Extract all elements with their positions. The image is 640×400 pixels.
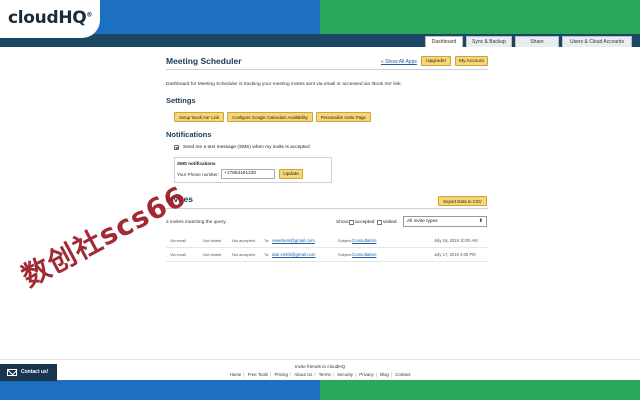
row-date: July 17, 2019 4:05 PM [434, 252, 476, 257]
title-row: Meeting Scheduler « Show All Apps Upgrad… [166, 54, 488, 70]
row-divider [166, 247, 488, 248]
row-subject-label: Subject: [338, 252, 353, 257]
sms-notifications-box: SMS notifications Your Phone number: +17… [174, 157, 332, 183]
accepted-label: accepted [355, 220, 375, 225]
footer-blue-band [0, 380, 320, 400]
setup-book-me-link-button[interactable]: Setup 'Book me' Link [174, 112, 225, 122]
footer-link-contact[interactable]: Contact [393, 372, 412, 377]
row-visited: Not visited [203, 238, 222, 243]
export-csv-button[interactable]: Export Data to CSV [438, 196, 487, 206]
settings-heading: Settings [166, 96, 196, 105]
row-to-label: To: [264, 238, 270, 243]
my-account-button[interactable]: My Account [455, 56, 488, 66]
row-divider [166, 261, 488, 262]
contact-us-button[interactable]: Contact us! [0, 364, 57, 381]
trademark-icon: ® [86, 11, 93, 19]
cloudhq-logo[interactable]: cloudHQ® [8, 8, 92, 28]
sms-checkbox-row: Send me a text message (SMS) when my inv… [174, 145, 310, 150]
table-row[interactable]: Via email Not visited Not accepted To: n… [166, 235, 488, 247]
main-content: Meeting Scheduler « Show All Apps Upgrad… [166, 54, 488, 227]
phone-label: Your Phone number: [177, 172, 219, 177]
invite-friends-link[interactable]: Invite friends to cloudHQ [0, 364, 640, 369]
row-email-link[interactable]: newclient@gmail.com [272, 238, 315, 243]
footer-separator: | [332, 372, 334, 377]
footer: Invite friends to cloudHQ Home | Free Too… [0, 359, 640, 379]
row-via: Via email [170, 252, 186, 257]
show-all-apps-link[interactable]: « Show All Apps [381, 59, 417, 65]
main-tabs: Dashboard Sync & Backup Share Users & Cl… [425, 36, 632, 47]
page-description: Dashboard for Meeting Scheduler is track… [166, 82, 402, 87]
visited-checkbox[interactable] [377, 220, 382, 225]
row-subject-label: Subject: [338, 238, 353, 243]
mail-icon [7, 369, 17, 376]
row-accepted: Not accepted [232, 238, 255, 243]
page-title: Meeting Scheduler [166, 56, 242, 66]
show-filter-label: Show: [336, 220, 350, 225]
accepted-checkbox[interactable] [349, 220, 354, 225]
footer-links: Home | Free Tools | Pricing | About Us | Ter… [0, 372, 640, 377]
row-via: Via email [170, 238, 186, 243]
footer-link-free-tools[interactable]: Free Tools [246, 372, 270, 377]
invites-divider [166, 208, 488, 209]
personalize-invite-page-button[interactable]: Personalize Invite Page [315, 112, 371, 122]
update-button[interactable]: Update [279, 169, 303, 179]
phone-number-input[interactable]: +17863181230 [221, 169, 275, 179]
contact-us-label: Contact us! [21, 369, 49, 375]
row-date: July 16, 2019 10:05 AM [434, 238, 478, 243]
settings-buttons: Setup 'Book me' Link Configure Google Ca… [174, 112, 371, 122]
filter-visited: visited [377, 220, 397, 225]
row-subject-link[interactable]: Consultation [352, 252, 376, 257]
invite-type-select[interactable]: All invite types ⬍ [403, 216, 487, 227]
footer-green-band [320, 380, 640, 400]
row-visited: Not visited [203, 252, 222, 257]
tab-share[interactable]: Share [515, 36, 559, 47]
row-subject-link[interactable]: Consultation [352, 238, 376, 243]
footer-link-privacy[interactable]: Privacy [357, 372, 375, 377]
matching-count: 2 invites matching the query. [166, 220, 227, 225]
filter-accepted: accepted [349, 220, 374, 225]
configure-calendars-button[interactable]: Configure Google Calendars Availability [227, 112, 313, 122]
tab-dashboard[interactable]: Dashboard [425, 36, 463, 47]
footer-separator: | [314, 372, 316, 377]
upgrade-button[interactable]: Upgrade! [421, 56, 451, 66]
visited-label: visited [383, 220, 397, 225]
table-row[interactable]: Via email Not visited Not accepted To: d… [166, 249, 488, 261]
row-email-link[interactable]: dan.smith@gmail.com [272, 252, 316, 257]
sms-box-title: SMS notifications [177, 161, 216, 166]
footer-link-about-us[interactable]: About Us [292, 372, 314, 377]
logo-text: cloudHQ [8, 8, 87, 28]
sms-checkbox-label: Send me a text message (SMS) when my inv… [183, 145, 310, 150]
footer-separator: | [375, 372, 377, 377]
footer-link-blog[interactable]: Blog [378, 372, 391, 377]
tab-users-cloud-accounts[interactable]: Users & Cloud Accounts [562, 36, 632, 47]
footer-separator: | [289, 372, 292, 377]
footer-link-pricing[interactable]: Pricing [272, 372, 289, 377]
row-accepted: Not accepted [232, 252, 255, 257]
invite-type-value: All invite types [407, 219, 438, 224]
notifications-heading: Notifications [166, 130, 212, 139]
logo-container: cloudHQ® [0, 0, 100, 38]
sms-checkbox[interactable] [174, 145, 179, 150]
select-arrows-icon: ⬍ [478, 218, 483, 224]
row-to-label: To: [264, 252, 270, 257]
tab-sync-backup[interactable]: Sync & Backup [466, 36, 512, 47]
footer-separator: | [354, 372, 357, 377]
footer-link-security[interactable]: Security [335, 372, 355, 377]
footer-separator: | [243, 372, 245, 377]
footer-separator: | [390, 372, 393, 377]
footer-link-terms[interactable]: Terms [317, 372, 333, 377]
footer-link-home[interactable]: Home [228, 372, 244, 377]
header-green-band [320, 0, 640, 34]
